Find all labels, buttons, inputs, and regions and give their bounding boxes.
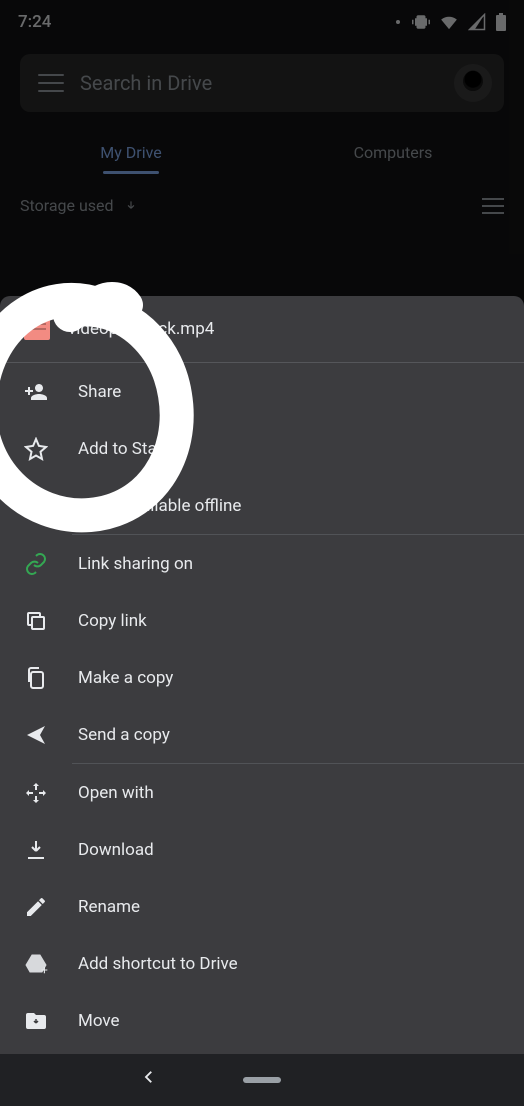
status-dot-icon bbox=[396, 20, 400, 24]
nav-back-icon[interactable] bbox=[140, 1068, 158, 1086]
menu-add-shortcut[interactable]: + Add shortcut to Drive bbox=[0, 935, 524, 992]
signal-icon bbox=[468, 13, 486, 31]
share-person-icon bbox=[24, 380, 48, 404]
divider bbox=[72, 763, 524, 764]
tab-computers[interactable]: Computers bbox=[262, 130, 524, 174]
menu-move[interactable]: Move bbox=[0, 992, 524, 1049]
file-copy-icon bbox=[24, 666, 48, 690]
view-toggle-icon[interactable] bbox=[482, 198, 504, 214]
menu-download[interactable]: Download bbox=[0, 821, 524, 878]
sort-button[interactable]: Storage used bbox=[20, 196, 138, 215]
menu-add-shortcut-label: Add shortcut to Drive bbox=[78, 954, 238, 974]
copy-icon bbox=[24, 609, 48, 633]
menu-download-label: Download bbox=[78, 840, 154, 860]
offline-pin-icon bbox=[24, 494, 48, 518]
sheet-file-name: videoplayback.mp4 bbox=[68, 319, 214, 339]
system-nav-bar bbox=[0, 1054, 524, 1106]
video-file-icon bbox=[24, 318, 50, 340]
menu-send-copy[interactable]: Send a copy bbox=[0, 706, 524, 763]
menu-copy-link-label: Copy link bbox=[78, 611, 147, 631]
search-placeholder: Search in Drive bbox=[80, 71, 438, 95]
menu-make-offline[interactable]: Make available offline bbox=[0, 477, 524, 534]
menu-link-sharing[interactable]: Link sharing on bbox=[0, 535, 524, 592]
star-outline-icon bbox=[24, 437, 48, 461]
menu-open-with[interactable]: Open with bbox=[0, 764, 524, 821]
file-list-header: Storage used bbox=[0, 174, 524, 215]
menu-open-with-label: Open with bbox=[78, 783, 154, 803]
battery-icon bbox=[496, 13, 506, 31]
nav-home-pill[interactable] bbox=[243, 1077, 281, 1083]
menu-offline-label: Make available offline bbox=[78, 496, 241, 516]
vibrate-icon bbox=[412, 13, 430, 31]
folder-move-icon bbox=[24, 1009, 48, 1033]
open-with-icon bbox=[24, 781, 48, 805]
avatar[interactable] bbox=[454, 64, 492, 102]
status-time: 7:24 bbox=[18, 12, 51, 32]
menu-add-starred[interactable]: Add to Starred bbox=[0, 420, 524, 477]
link-icon bbox=[24, 552, 48, 576]
hamburger-icon[interactable] bbox=[38, 74, 64, 92]
arrow-down-icon bbox=[124, 199, 138, 213]
menu-make-copy[interactable]: Make a copy bbox=[0, 649, 524, 706]
menu-rename[interactable]: Rename bbox=[0, 878, 524, 935]
menu-rename-label: Rename bbox=[78, 897, 140, 917]
status-bar: 7:24 bbox=[0, 0, 524, 44]
menu-copy-link[interactable]: Copy link bbox=[0, 592, 524, 649]
menu-send-copy-label: Send a copy bbox=[78, 725, 170, 745]
search-bar[interactable]: Search in Drive bbox=[20, 54, 504, 112]
wifi-icon bbox=[440, 13, 458, 31]
tab-my-drive[interactable]: My Drive bbox=[0, 130, 262, 174]
menu-make-copy-label: Make a copy bbox=[78, 668, 173, 688]
tabs: My Drive Computers bbox=[0, 130, 524, 174]
rename-icon bbox=[24, 895, 48, 919]
drive-shortcut-icon: + bbox=[24, 952, 48, 976]
send-icon bbox=[24, 723, 48, 747]
menu-link-sharing-label: Link sharing on bbox=[78, 554, 193, 574]
status-icons bbox=[396, 13, 506, 31]
menu-move-label: Move bbox=[78, 1011, 120, 1031]
menu-share-label: Share bbox=[78, 382, 121, 402]
menu-starred-label: Add to Starred bbox=[78, 439, 187, 459]
menu-share[interactable]: Share bbox=[0, 363, 524, 420]
sheet-header: videoplayback.mp4 bbox=[0, 296, 524, 363]
svg-text:+: + bbox=[41, 963, 48, 976]
divider bbox=[72, 534, 524, 535]
file-actions-sheet: videoplayback.mp4 Share Add to Starred M… bbox=[0, 296, 524, 1106]
download-icon bbox=[24, 838, 48, 862]
sort-label: Storage used bbox=[20, 196, 114, 215]
